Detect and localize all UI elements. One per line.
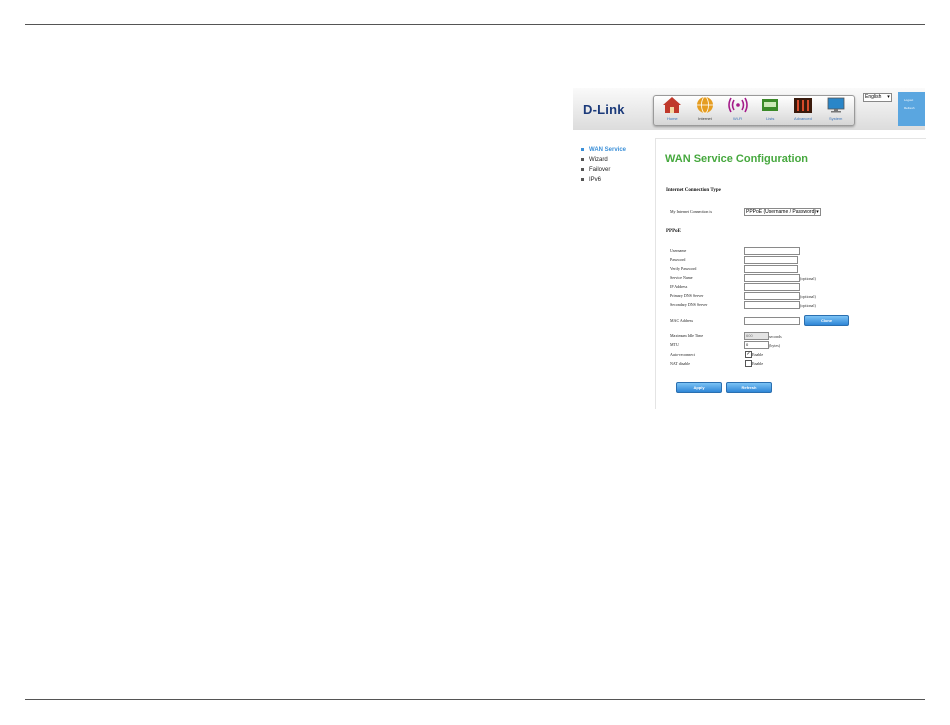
optional-hint: (optional) — [800, 276, 816, 281]
nav-internet-label: Internet — [698, 116, 712, 121]
nat-disable-enable-label: Enable — [752, 361, 764, 366]
sidebar-item-failover[interactable]: Failover — [581, 165, 651, 175]
nat-disable-label: NAT disable — [670, 361, 691, 366]
lan-icon — [762, 99, 779, 111]
content-panel: WAN Service Configuration Internet Conne… — [655, 138, 926, 409]
chevron-down-icon: ▾ — [814, 209, 820, 215]
optional-hint: (optional) — [800, 303, 816, 308]
secondary-dns-input[interactable] — [744, 301, 800, 309]
user-panel-line2: Refresh — [904, 106, 915, 110]
apply-button[interactable]: Apply — [676, 382, 722, 393]
clone-button[interactable]: Clone — [804, 315, 849, 326]
ip-address-input[interactable] — [744, 283, 800, 291]
optional-hint: (optional) — [800, 294, 816, 299]
section-pppoe: PPPoE — [666, 229, 681, 234]
username-label: Username — [670, 248, 687, 253]
home-icon — [663, 97, 682, 113]
bullet-icon — [581, 167, 584, 171]
ip-address-label: IP Address — [670, 284, 688, 289]
bullet-icon — [581, 147, 584, 151]
bullet-icon — [581, 177, 584, 181]
router-screenshot: D-Link Home Internet Wi-Fi Lists Advance… — [573, 88, 926, 409]
user-panel-line1: Logout — [904, 98, 914, 102]
page-title: WAN Service Configuration — [665, 153, 809, 165]
nav-internet[interactable]: Internet — [690, 94, 720, 125]
user-panel[interactable]: Logout Refresh — [898, 92, 925, 126]
username-input[interactable] — [744, 247, 800, 255]
password-label: Password — [670, 257, 686, 262]
dlink-logo: D-Link — [583, 102, 625, 117]
auto-reconnect-enable-label: Enable — [752, 352, 764, 357]
mtu-label: MTU — [670, 342, 679, 347]
nav-advanced-label: Advanced — [794, 116, 812, 121]
refresh-button[interactable]: Refresh — [726, 382, 772, 393]
advanced-icon — [793, 98, 812, 113]
nav-lan[interactable]: Lists — [755, 94, 785, 125]
language-value: English — [865, 94, 882, 100]
verify-password-label: Verify Password — [670, 266, 697, 271]
nav-home[interactable]: Home — [657, 94, 687, 125]
auto-reconnect-label: Auto-reconnect — [670, 352, 695, 357]
bottom-rule — [25, 699, 925, 700]
service-name-label: Service Name — [670, 275, 693, 280]
sidebar-item-label: IPv6 — [589, 177, 602, 183]
sidebar: WAN Service Wizard Failover IPv6 — [581, 145, 651, 185]
nav-wifi-label: Wi-Fi — [732, 116, 743, 121]
nav-advanced[interactable]: Advanced — [788, 94, 818, 125]
seconds-hint: seconds — [769, 334, 782, 339]
mac-address-input[interactable] — [744, 317, 800, 325]
mtu-input[interactable]: 0 — [744, 341, 769, 349]
section-connection-type: Internet Connection Type — [666, 188, 721, 193]
auto-reconnect-checkbox[interactable]: ✓ — [745, 351, 752, 358]
chevron-down-icon: ▾ — [887, 94, 890, 100]
sidebar-item-wan-service[interactable]: WAN Service — [581, 145, 651, 155]
mac-address-label: MAC Address — [670, 318, 694, 323]
connection-label: My Internet Connection is — [670, 209, 713, 214]
nav-system[interactable]: System — [821, 94, 851, 125]
nav-home-label: Home — [666, 116, 678, 121]
sidebar-item-wizard[interactable]: Wizard — [581, 155, 651, 165]
globe-icon — [696, 96, 713, 114]
password-input[interactable] — [744, 256, 798, 264]
sidebar-item-label: Wizard — [589, 157, 608, 163]
nat-disable-checkbox[interactable] — [745, 360, 752, 367]
nav-system-label: System — [828, 116, 843, 121]
primary-dns-input[interactable] — [744, 292, 800, 300]
header-banner: D-Link Home Internet Wi-Fi Lists Advance… — [573, 88, 925, 130]
main-nav: Home Internet Wi-Fi Lists Advanced Syste… — [653, 95, 855, 126]
max-idle-label: Maximum Idle Time — [670, 333, 704, 338]
sidebar-item-ipv6[interactable]: IPv6 — [581, 175, 651, 185]
sidebar-item-label: WAN Service — [589, 147, 627, 153]
monitor-icon — [827, 97, 845, 113]
nav-wifi[interactable]: Wi-Fi — [723, 94, 753, 125]
bytes-hint: (bytes) — [769, 343, 781, 348]
language-select[interactable]: English ▾ — [863, 93, 892, 102]
connection-type-select[interactable]: PPPoE (Username / Password) ▾ — [744, 208, 821, 216]
secondary-dns-label: Secondary DNS Server — [670, 302, 708, 307]
service-name-input[interactable] — [744, 274, 800, 282]
wifi-icon — [727, 97, 748, 113]
nav-lan-label: Lists — [766, 116, 775, 121]
primary-dns-label: Primary DNS Server — [670, 293, 704, 298]
bullet-icon — [581, 157, 584, 161]
connection-type-value: PPPoE (Username / Password) — [746, 209, 817, 215]
top-rule — [25, 24, 925, 25]
sidebar-item-label: Failover — [589, 167, 611, 173]
verify-password-input[interactable] — [744, 265, 798, 273]
max-idle-input[interactable]: 600 — [744, 332, 769, 340]
